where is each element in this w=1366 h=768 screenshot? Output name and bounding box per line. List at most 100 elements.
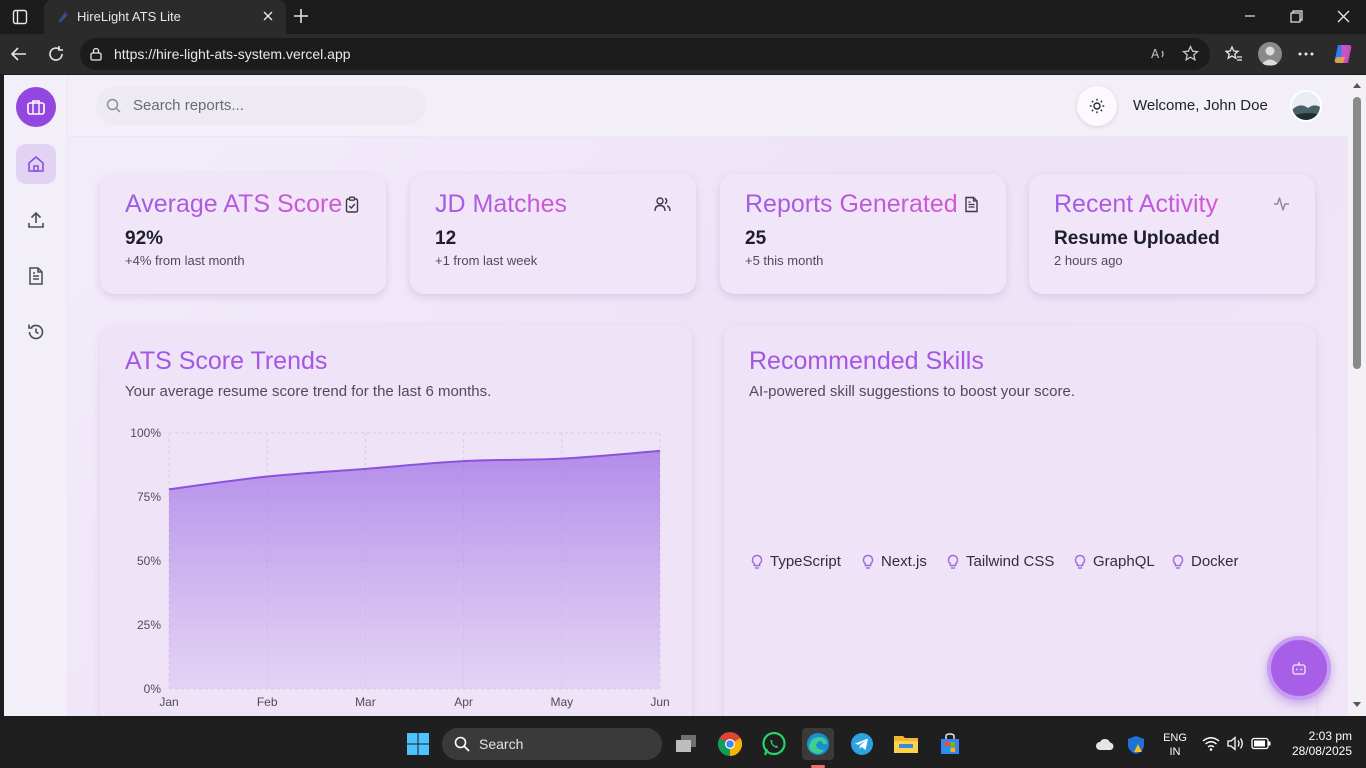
close-tab-icon[interactable] — [262, 10, 274, 22]
skill-label: Next.js — [881, 553, 927, 570]
x-tick-label: Feb — [257, 695, 278, 709]
back-icon[interactable] — [10, 45, 28, 63]
skill-chip: Docker — [1171, 553, 1239, 570]
theme-toggle-button[interactable] — [1077, 86, 1117, 126]
site-info-icon[interactable] — [89, 47, 103, 61]
tab-actions-icon[interactable] — [12, 9, 28, 25]
nav-upload-button[interactable] — [16, 200, 56, 240]
svg-text:A: A — [1151, 47, 1160, 61]
stat-value: 25 — [745, 228, 767, 249]
microsoft-store-icon[interactable] — [934, 728, 966, 760]
start-windows-icon[interactable] — [402, 728, 434, 760]
clock[interactable]: 2:03 pm 28/08/2025 — [1278, 729, 1352, 759]
users-icon — [654, 196, 671, 212]
x-tick-label: Apr — [454, 695, 473, 709]
onedrive-cloud-icon[interactable] — [1095, 737, 1115, 751]
skill-label: Docker — [1191, 553, 1239, 570]
sun-icon — [1089, 98, 1105, 114]
page-scrollbar[interactable] — [1348, 75, 1366, 716]
security-shield-icon[interactable] — [1127, 735, 1145, 755]
x-tick-label: May — [550, 695, 573, 709]
stat-value: Resume Uploaded — [1054, 228, 1220, 249]
volume-icon[interactable] — [1227, 736, 1245, 751]
search-icon — [454, 736, 470, 752]
browser-tab-bar: HireLight ATS Lite — [0, 0, 1366, 34]
nav-history-button[interactable] — [16, 312, 56, 352]
top-bar: Search reports... Welcome, John Doe — [68, 75, 1348, 137]
search-input[interactable]: Search reports... — [96, 87, 426, 125]
home-icon — [28, 156, 44, 172]
taskbar-search-box[interactable]: Search — [442, 728, 662, 760]
minimize-icon[interactable] — [1244, 10, 1256, 22]
skill-chip: Next.js — [861, 553, 927, 570]
sidebar — [4, 75, 68, 716]
telegram-icon[interactable] — [846, 728, 878, 760]
stat-card-recent-activity: Recent Activity Resume Uploaded 2 hours … — [1029, 174, 1315, 294]
lightbulb-icon — [947, 554, 959, 569]
refresh-icon[interactable] — [47, 45, 65, 63]
url-field[interactable]: https://hire-light-ats-system.vercel.app… — [80, 38, 1210, 70]
nav-reports-button[interactable] — [16, 256, 56, 296]
x-tick-label: Mar — [355, 695, 376, 709]
stat-card-jd-matches: JD Matches 12 +1 from last week — [410, 174, 696, 294]
lightbulb-icon — [1172, 554, 1184, 569]
stat-title: Recent Activity — [1054, 190, 1218, 218]
region-code: IN — [1169, 746, 1181, 758]
recommended-skills-panel: Recommended Skills AI-powered skill sugg… — [724, 325, 1316, 716]
profile-avatar[interactable] — [1258, 42, 1282, 66]
copilot-icon[interactable] — [1332, 43, 1354, 65]
scroll-down-arrow-icon[interactable] — [1352, 701, 1362, 709]
y-tick-label: 75% — [137, 490, 161, 504]
wifi-icon[interactable] — [1202, 736, 1220, 751]
favorites-icon[interactable] — [1225, 45, 1243, 63]
scrollbar-thumb[interactable] — [1353, 97, 1361, 369]
stat-value: 12 — [435, 228, 457, 249]
search-placeholder: Search reports... — [133, 97, 244, 114]
browser-tab[interactable]: HireLight ATS Lite — [44, 0, 286, 34]
skill-label: Tailwind CSS — [966, 553, 1055, 570]
chrome-icon[interactable] — [714, 728, 746, 760]
close-window-icon[interactable] — [1337, 10, 1350, 23]
y-tick-label: 0% — [144, 682, 162, 696]
x-tick-label: Jan — [159, 695, 178, 709]
history-icon — [28, 324, 44, 340]
battery-icon[interactable] — [1251, 737, 1271, 750]
ats-score-chart: 0% 25% 50% 75% 100% Jan Feb Mar Apr May Jun — [130, 426, 669, 709]
area-fill — [169, 450, 660, 689]
panel-title: ATS Score Trends — [125, 347, 328, 375]
language-indicator[interactable]: ENG IN — [1162, 731, 1188, 759]
stat-title: Average ATS Score — [125, 190, 343, 218]
nav-home-button[interactable] — [16, 144, 56, 184]
scroll-up-arrow-icon[interactable] — [1352, 81, 1362, 89]
stat-title: Reports Generated — [745, 190, 958, 218]
skill-label: TypeScript — [770, 553, 841, 570]
language-code: ENG — [1163, 732, 1187, 744]
task-view-icon[interactable] — [670, 728, 702, 760]
more-options-icon[interactable] — [1297, 46, 1315, 62]
panel-description: AI-powered skill suggestions to boost yo… — [749, 383, 1075, 400]
read-aloud-icon[interactable]: A — [1151, 46, 1167, 62]
new-tab-icon[interactable] — [293, 8, 309, 24]
y-tick-label: 100% — [130, 426, 161, 440]
clock-date: 28/08/2025 — [1291, 744, 1352, 758]
edge-icon[interactable] — [802, 728, 834, 760]
favorite-star-icon[interactable] — [1182, 45, 1199, 62]
whatsapp-icon[interactable] — [758, 728, 790, 760]
search-icon — [106, 98, 121, 113]
clock-time: 2:03 pm — [1308, 729, 1352, 743]
y-tick-label: 25% — [137, 618, 161, 632]
web-page: Search reports... Welcome, John Doe Aver… — [4, 75, 1348, 716]
lightbulb-icon — [862, 554, 874, 569]
restore-icon[interactable] — [1290, 10, 1303, 23]
panel-title: Recommended Skills — [749, 347, 984, 375]
lightbulb-icon — [1074, 554, 1086, 569]
file-explorer-icon[interactable] — [890, 728, 922, 760]
app-logo-briefcase-icon[interactable] — [16, 87, 56, 127]
chat-bot-button[interactable] — [1267, 636, 1331, 700]
user-avatar[interactable] — [1290, 90, 1322, 122]
skill-chip: Tailwind CSS — [946, 553, 1054, 570]
stat-title: JD Matches — [435, 190, 567, 218]
taskbar-search-label: Search — [479, 736, 524, 752]
skill-label: GraphQL — [1093, 553, 1155, 570]
clipboard-check-icon — [344, 196, 360, 213]
